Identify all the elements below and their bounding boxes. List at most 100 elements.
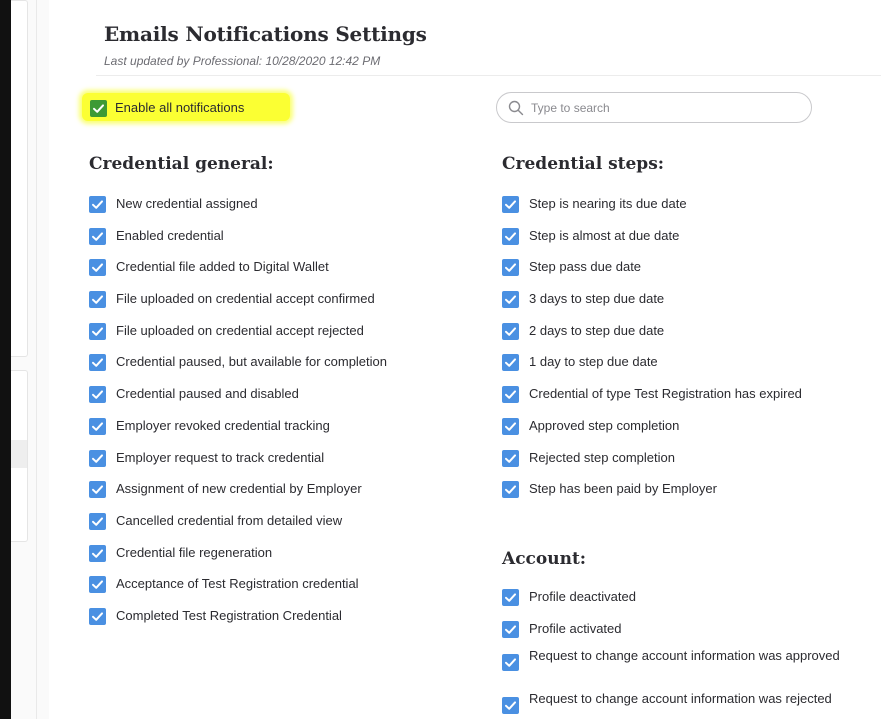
checkmark-icon bbox=[505, 200, 516, 209]
notifications-settings-page: Emails Notifications Settings Last updat… bbox=[0, 0, 881, 719]
notification-checkbox[interactable] bbox=[89, 607, 106, 625]
notification-label: Enabled credential bbox=[116, 227, 224, 243]
notification-checkbox[interactable] bbox=[89, 291, 106, 309]
checkmark-icon bbox=[505, 625, 516, 634]
notification-label: Step is almost at due date bbox=[529, 227, 680, 243]
header-divider bbox=[96, 75, 881, 76]
notification-checkbox[interactable] bbox=[502, 417, 519, 435]
checkmark-icon bbox=[92, 327, 103, 336]
checkmark-icon bbox=[92, 517, 103, 526]
checkmark-icon bbox=[505, 263, 516, 273]
checkmark-icon bbox=[505, 390, 516, 399]
notification-checkbox[interactable] bbox=[502, 196, 519, 213]
notification-label: Employer revoked credential tracking bbox=[116, 417, 330, 433]
search-box[interactable] bbox=[496, 92, 812, 123]
notification-label: 1 day to step due date bbox=[529, 354, 658, 370]
checkmark-icon bbox=[92, 263, 103, 273]
notification-label: File uploaded on credential accept rejec… bbox=[116, 322, 364, 338]
notification-checkbox[interactable] bbox=[89, 386, 106, 404]
notification-label: Approved step completion bbox=[529, 417, 680, 433]
sidebar-divider bbox=[36, 0, 37, 719]
notification-label: Completed Test Registration Credential bbox=[116, 607, 342, 623]
notification-checkbox[interactable] bbox=[502, 449, 519, 467]
checkmark-icon bbox=[92, 548, 103, 558]
page-title: Emails Notifications Settings bbox=[104, 22, 427, 46]
notification-checkbox[interactable] bbox=[502, 481, 519, 499]
notification-label: Employer request to track credential bbox=[116, 449, 325, 465]
checkmark-icon bbox=[92, 580, 103, 590]
notification-label: Step is nearing its due date bbox=[529, 196, 687, 211]
checkmark-icon bbox=[505, 422, 516, 431]
notification-label: Acceptance of Test Registration credenti… bbox=[116, 576, 359, 592]
notification-checkbox[interactable] bbox=[89, 227, 106, 245]
notification-checkbox[interactable] bbox=[89, 449, 106, 467]
notification-checkbox[interactable] bbox=[89, 259, 106, 277]
notification-checkbox[interactable] bbox=[502, 259, 519, 277]
last-updated-text: Last updated by Professional: 10/28/2020… bbox=[104, 54, 381, 68]
checkmark-icon bbox=[505, 295, 516, 304]
checkmark-icon bbox=[505, 658, 516, 668]
enable-all-label: Enable all notifications bbox=[115, 100, 245, 115]
notification-checkbox[interactable] bbox=[502, 227, 519, 245]
checkmark-icon bbox=[92, 485, 103, 494]
checkmark-icon bbox=[92, 390, 103, 399]
search-input[interactable] bbox=[531, 98, 801, 118]
notification-checkbox[interactable] bbox=[502, 654, 519, 672]
enable-all-notifications[interactable]: Enable all notifications bbox=[82, 93, 290, 121]
notification-checkbox[interactable] bbox=[89, 354, 106, 372]
checkmark-icon bbox=[92, 612, 103, 621]
checkmark-icon bbox=[92, 232, 103, 241]
notification-label: Rejected step completion bbox=[529, 449, 675, 465]
notification-checkbox[interactable] bbox=[502, 697, 519, 715]
notification-label: Credential of type Test Registration has… bbox=[529, 386, 802, 402]
sidebar-highlight-band bbox=[11, 440, 27, 468]
checkmark-icon bbox=[93, 104, 104, 113]
notification-label: Credential file added to Digital Wallet bbox=[116, 259, 329, 275]
notification-label: Profile deactivated bbox=[529, 589, 636, 604]
checkmark-icon bbox=[505, 232, 516, 241]
section-title-credential-steps: Credential steps: bbox=[502, 154, 665, 174]
notification-checkbox[interactable] bbox=[89, 544, 106, 562]
checkmark-icon bbox=[505, 358, 516, 368]
section-title-account: Account: bbox=[502, 549, 587, 569]
search-icon bbox=[508, 100, 524, 116]
checkmark-icon bbox=[505, 485, 516, 494]
notification-label: Credential file regeneration bbox=[116, 544, 273, 560]
notification-label: Request to change account information wa… bbox=[529, 691, 832, 707]
section-title-credential-general: Credential general: bbox=[89, 154, 274, 174]
notification-label: Step pass due date bbox=[529, 259, 642, 275]
notification-checkbox[interactable] bbox=[502, 291, 519, 309]
notification-label: Request to change account information wa… bbox=[529, 648, 840, 664]
notification-checkbox[interactable] bbox=[89, 417, 106, 435]
window-edge bbox=[0, 0, 11, 719]
checkmark-icon bbox=[92, 358, 103, 368]
checkmark-icon bbox=[92, 453, 103, 463]
notification-checkbox[interactable] bbox=[502, 589, 519, 606]
sidebar-panel-top bbox=[11, 0, 28, 357]
notification-label: Credential paused, but available for com… bbox=[116, 354, 388, 370]
notification-checkbox[interactable] bbox=[89, 481, 106, 499]
notification-checkbox[interactable] bbox=[502, 620, 519, 638]
notification-label: File uploaded on credential accept confi… bbox=[116, 291, 375, 307]
notification-checkbox[interactable] bbox=[502, 322, 519, 340]
notification-checkbox[interactable] bbox=[89, 322, 106, 340]
notification-label: 2 days to step due date bbox=[529, 322, 665, 338]
checkmark-icon bbox=[92, 422, 103, 431]
notification-label: Profile activated bbox=[529, 620, 622, 636]
checkmark-icon bbox=[505, 327, 516, 336]
checkmark-icon bbox=[505, 453, 516, 463]
checkmark-icon bbox=[505, 701, 516, 711]
notification-checkbox[interactable] bbox=[502, 386, 519, 404]
enable-all-checkbox[interactable] bbox=[90, 100, 107, 117]
notification-label: 3 days to step due date bbox=[529, 291, 665, 307]
notification-checkbox[interactable] bbox=[502, 354, 519, 372]
notification-label: Cancelled credential from detailed view bbox=[116, 512, 343, 528]
notification-checkbox[interactable] bbox=[89, 196, 106, 213]
notification-checkbox[interactable] bbox=[89, 512, 106, 530]
notification-label: Assignment of new credential by Employer bbox=[116, 481, 362, 497]
notification-checkbox[interactable] bbox=[89, 576, 106, 594]
checkmark-icon bbox=[505, 593, 516, 602]
checkmark-icon bbox=[92, 200, 103, 209]
notification-label: New credential assigned bbox=[116, 196, 258, 211]
notification-label: Credential paused and disabled bbox=[116, 386, 299, 402]
